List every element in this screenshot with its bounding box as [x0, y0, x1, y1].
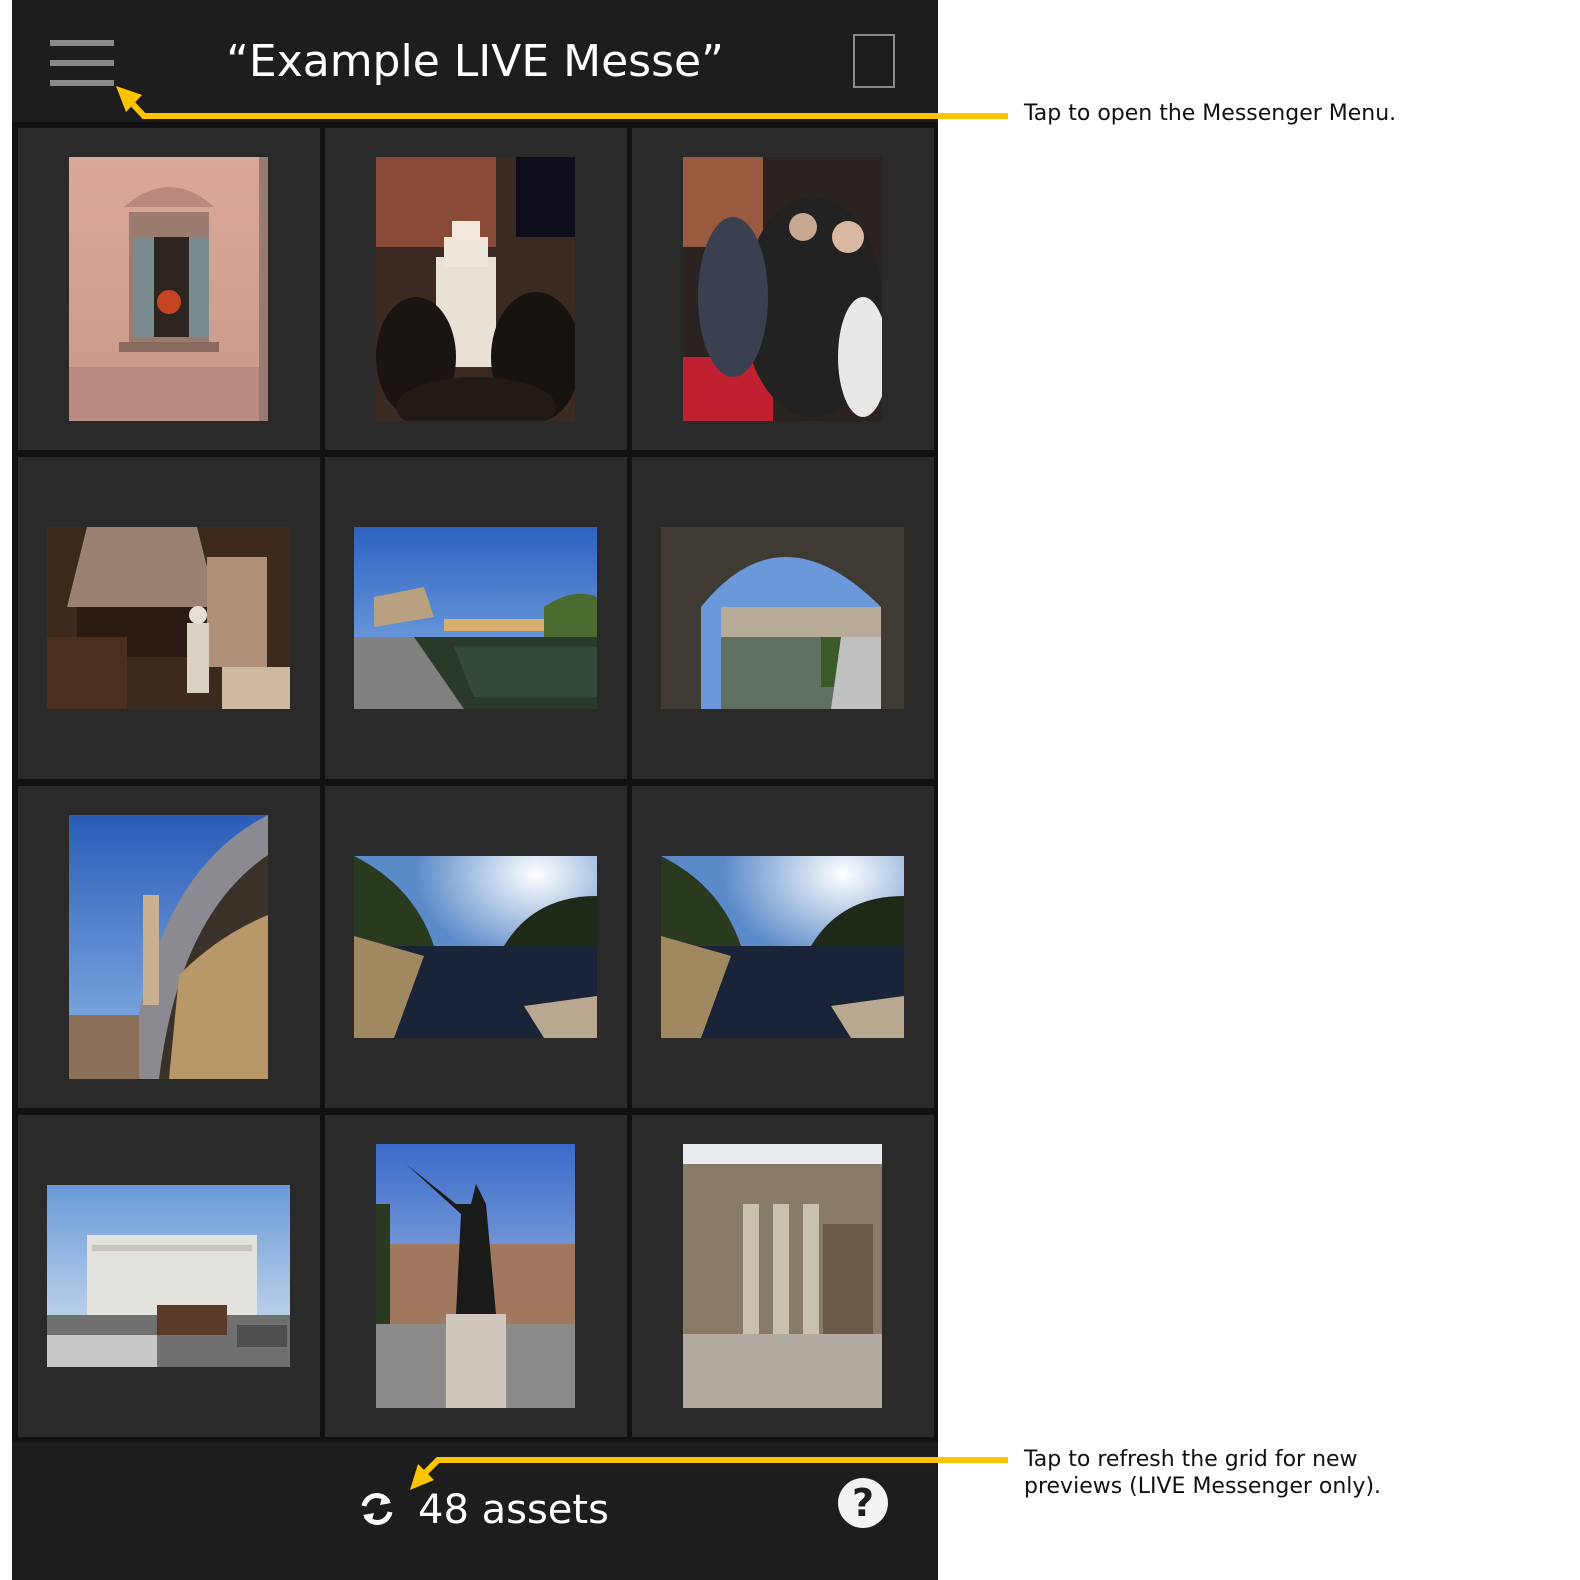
square-outline-icon[interactable] [853, 34, 895, 88]
asset-tile[interactable] [325, 786, 627, 1108]
hamburger-icon[interactable] [50, 40, 114, 86]
menu-hint-text: Tap to open the Messenger Menu. [1024, 101, 1397, 126]
castle-bridge-river-photo [354, 527, 597, 709]
river-sun-reflection-photo [354, 856, 597, 1038]
page-title: “Example LIVE Messe” [226, 36, 724, 87]
app-screen: “Example LIVE Messe” [12, 0, 938, 1580]
monument-building-photo [47, 1185, 290, 1367]
asset-tile[interactable] [18, 1115, 320, 1437]
emperor-statue-photo [376, 1144, 575, 1408]
asset-tile[interactable] [18, 128, 320, 450]
asset-tile[interactable] [325, 457, 627, 779]
asset-tile[interactable] [632, 457, 934, 779]
asset-tile[interactable] [18, 786, 320, 1108]
asset-tile[interactable] [632, 128, 934, 450]
asset-grid [12, 122, 938, 1442]
bridge-arch-statue-photo [69, 815, 268, 1079]
refresh-hint-line1: Tap to refresh the grid for new [1024, 1447, 1358, 1472]
top-bar: “Example LIVE Messe” [12, 0, 938, 122]
asset-count: 48 assets [418, 1487, 609, 1533]
refresh-hint: Tap to refresh the grid for new previews… [1024, 1446, 1564, 1500]
street-cake-crowd-photo [376, 157, 575, 421]
asset-tile[interactable] [18, 457, 320, 779]
refresh-icon[interactable] [358, 1490, 396, 1528]
refresh-hint-line2: previews (LIVE Messenger only). [1024, 1474, 1382, 1499]
asset-tile[interactable] [632, 1115, 934, 1437]
river-through-arch-photo [661, 527, 904, 709]
bakery-oven-photo [47, 527, 290, 709]
window-facade-photo [69, 157, 268, 421]
river-sun-reflection-photo [661, 856, 904, 1038]
asset-tile[interactable] [325, 1115, 627, 1437]
asset-tile[interactable] [632, 786, 934, 1108]
asset-tile[interactable] [325, 128, 627, 450]
ancient-ruins-photo [683, 1144, 882, 1408]
menu-hint: Tap to open the Messenger Menu. [1024, 100, 1564, 127]
help-icon[interactable]: ? [838, 1478, 888, 1528]
photographers-red-carpet-photo [683, 157, 882, 421]
